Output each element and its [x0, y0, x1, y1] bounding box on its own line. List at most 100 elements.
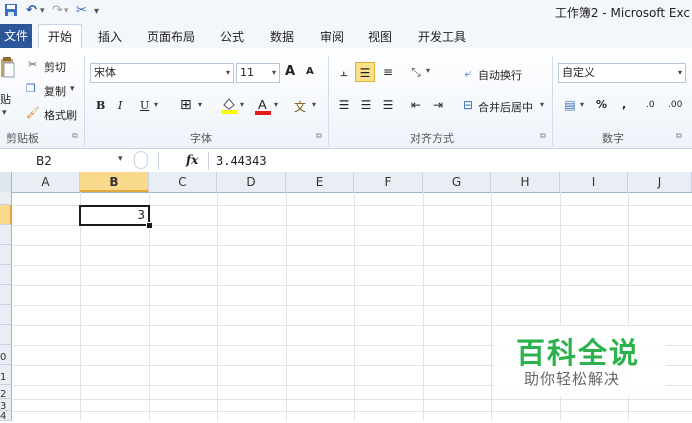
active-cell-b2[interactable]: 3	[79, 205, 150, 226]
tab-data[interactable]: 数据	[270, 28, 294, 45]
decrease-decimal-button[interactable]: .00	[668, 100, 682, 110]
align-bottom-icon[interactable]: ≡	[378, 62, 398, 82]
column-header-d[interactable]: D	[217, 172, 286, 192]
wrap-text-button[interactable]: 自动换行	[478, 67, 522, 83]
alignment-launcher-icon[interactable]: ⧉	[540, 131, 546, 141]
orientation-dropdown-icon[interactable]: ▾	[426, 66, 430, 75]
select-all-corner[interactable]	[0, 172, 12, 192]
orientation-icon[interactable]: ⤡	[406, 62, 426, 82]
tab-review[interactable]: 审阅	[320, 28, 344, 45]
bold-button[interactable]: B	[96, 99, 105, 112]
column-header-h[interactable]: H	[491, 172, 560, 192]
underline-button[interactable]: U	[140, 99, 149, 112]
align-left-icon[interactable]: ☰	[334, 95, 354, 115]
paste-button-label[interactable]: 贴	[0, 91, 11, 107]
comma-button[interactable]: ,	[622, 98, 626, 111]
grow-font-button[interactable]: A	[285, 64, 295, 79]
row-header[interactable]: 2	[0, 385, 12, 400]
tab-home[interactable]: 开始	[38, 24, 82, 49]
copy-icon[interactable]: ❐	[26, 82, 36, 95]
tab-file[interactable]: 文件	[0, 24, 32, 48]
column-header-g[interactable]: G	[423, 172, 491, 192]
accounting-format-icon[interactable]: ▤	[560, 95, 580, 115]
number-format-combo[interactable]: 自定义 ▾	[558, 63, 686, 83]
cut-button[interactable]: 剪切	[44, 59, 66, 75]
increase-indent-icon[interactable]: ⇥	[428, 95, 448, 115]
row-header[interactable]	[0, 285, 12, 305]
merge-center-button[interactable]: 合并后居中	[478, 99, 533, 115]
phonetic-dropdown-icon[interactable]: ▾	[312, 100, 316, 109]
align-middle-icon[interactable]: ☰	[355, 62, 375, 82]
borders-icon[interactable]: ⊞	[180, 97, 192, 113]
column-header-j[interactable]: J	[628, 172, 692, 192]
quick-access-tool-icon[interactable]: ✂	[76, 3, 87, 18]
font-name-combo[interactable]: 宋体 ▾	[90, 63, 234, 83]
clipboard-launcher-icon[interactable]: ⧉	[72, 131, 78, 141]
tab-developer[interactable]: 开发工具	[418, 28, 466, 45]
cut-icon[interactable]: ✂	[28, 58, 37, 71]
insert-function-icon[interactable]: fx	[186, 153, 198, 167]
column-header-a[interactable]: A	[12, 172, 80, 192]
borders-dropdown-icon[interactable]: ▾	[198, 100, 202, 109]
tab-formulas[interactable]: 公式	[220, 28, 244, 45]
increase-decimal-button[interactable]: .0	[646, 100, 655, 110]
font-color-dropdown-icon[interactable]: ▾	[274, 100, 278, 109]
fill-handle[interactable]	[146, 222, 153, 229]
name-box-dropdown-icon[interactable]: ▾	[118, 154, 123, 164]
chevron-down-icon[interactable]: ▾	[678, 64, 682, 82]
paste-dropdown-icon[interactable]: ▾	[2, 108, 7, 118]
tab-view[interactable]: 视图	[368, 28, 392, 45]
undo-dropdown-icon[interactable]: ▾	[40, 6, 45, 16]
column-header-b[interactable]: B	[80, 172, 149, 192]
font-launcher-icon[interactable]: ⧉	[316, 131, 322, 141]
row-header[interactable]: 0	[0, 345, 12, 365]
column-header-e[interactable]: E	[286, 172, 354, 192]
customize-qat-icon[interactable]: ▾	[94, 6, 99, 17]
row-header[interactable]: 4	[0, 411, 12, 422]
tab-insert[interactable]: 插入	[98, 28, 122, 45]
phonetic-icon[interactable]: 文	[294, 98, 306, 115]
row-header[interactable]	[0, 305, 12, 325]
align-right-icon[interactable]: ☰	[378, 95, 398, 115]
column-header-f[interactable]: F	[354, 172, 423, 192]
undo-icon[interactable]: ↶	[26, 3, 37, 18]
column-header-i[interactable]: I	[560, 172, 628, 192]
font-size-combo[interactable]: 11 ▾	[236, 63, 280, 83]
italic-button[interactable]: I	[118, 99, 122, 112]
redo-dropdown-icon[interactable]: ▾	[64, 6, 69, 16]
shrink-font-button[interactable]: A	[306, 66, 314, 77]
align-top-icon[interactable]: ⫠	[334, 62, 354, 82]
font-color-icon[interactable]: A	[254, 96, 272, 116]
merge-dropdown-icon[interactable]: ▾	[540, 100, 544, 109]
row-header[interactable]: 3	[0, 399, 12, 412]
row-header[interactable]	[0, 192, 12, 205]
chevron-down-icon[interactable]: ▾	[226, 64, 230, 82]
tab-page-layout[interactable]: 页面布局	[147, 28, 195, 45]
row-header[interactable]	[0, 265, 12, 285]
merge-center-icon[interactable]: ⊟	[458, 95, 478, 115]
name-box[interactable]: B2	[14, 152, 130, 170]
underline-dropdown-icon[interactable]: ▾	[154, 100, 158, 109]
row-header[interactable]	[0, 245, 12, 265]
row-header[interactable]: 1	[0, 365, 12, 385]
percent-button[interactable]: %	[596, 98, 607, 111]
row-header[interactable]	[0, 325, 12, 345]
number-launcher-icon[interactable]: ⧉	[676, 131, 682, 141]
accounting-dropdown-icon[interactable]: ▾	[580, 100, 584, 109]
decrease-indent-icon[interactable]: ⇤	[406, 95, 426, 115]
paste-icon[interactable]	[0, 56, 16, 85]
column-header-c[interactable]: C	[149, 172, 217, 192]
fill-color-dropdown-icon[interactable]: ▾	[240, 100, 244, 109]
wrap-text-icon[interactable]: ⤶	[458, 63, 478, 83]
save-icon[interactable]	[4, 3, 18, 21]
formula-input[interactable]: 3.44343	[216, 154, 267, 168]
chevron-down-icon[interactable]: ▾	[272, 64, 276, 82]
row-header[interactable]	[0, 225, 12, 245]
copy-dropdown-icon[interactable]: ▾	[70, 84, 75, 94]
format-painter-button[interactable]: 格式刷	[44, 107, 77, 123]
row-header-active[interactable]	[0, 205, 12, 225]
redo-icon[interactable]: ↷	[52, 3, 63, 18]
fill-color-icon[interactable]	[220, 96, 238, 114]
formula-bar-grip-icon[interactable]	[134, 151, 148, 169]
align-center-icon[interactable]: ☰	[356, 95, 376, 115]
